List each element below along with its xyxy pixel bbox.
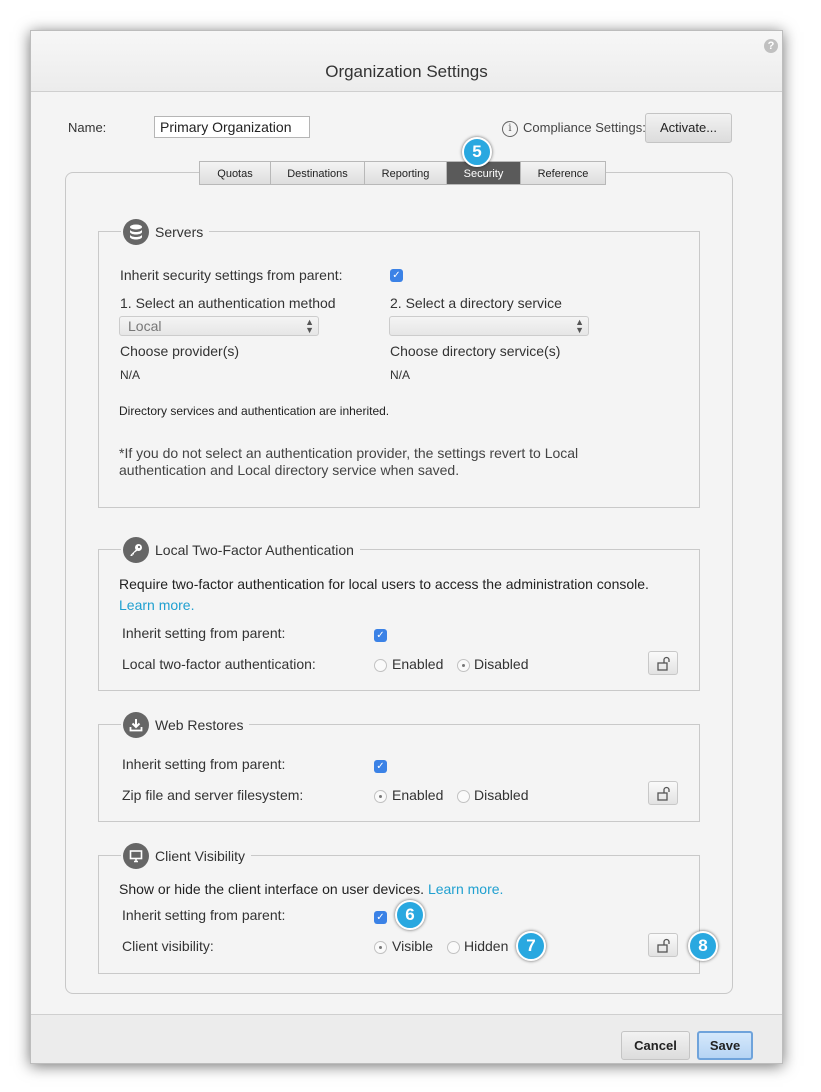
tab-quotas[interactable]: Quotas — [200, 162, 271, 184]
info-icon[interactable]: i — [502, 121, 518, 137]
organization-settings-dialog: Organization Settings ? Name: i Complian… — [30, 30, 783, 1064]
activate-button[interactable]: Activate... — [645, 113, 732, 143]
two-factor-inherit-checkbox[interactable]: ✓ — [374, 629, 387, 642]
client-visibility-title: Client Visibility — [155, 848, 245, 864]
callout-badge-7: 7 — [516, 931, 546, 961]
directory-services-label: Choose directory service(s) — [390, 343, 561, 359]
unlock-icon — [657, 938, 670, 953]
inherit-security-label: Inherit security settings from parent: — [120, 267, 343, 283]
two-factor-enabled-label: Enabled — [392, 656, 444, 672]
servers-legend: Servers — [121, 218, 210, 246]
inherited-note: Directory services and authentication ar… — [119, 404, 390, 418]
two-factor-section: Local Two-Factor Authentication Require … — [98, 536, 700, 691]
providers-label: Choose provider(s) — [120, 343, 240, 359]
client-visibility-description-text: Show or hide the client interface on use… — [119, 881, 425, 897]
compliance-settings-label: Compliance Settings: — [523, 120, 646, 135]
servers-title: Servers — [155, 224, 204, 240]
tab-reference[interactable]: Reference — [521, 162, 605, 184]
client-hidden-radio[interactable] — [447, 941, 460, 954]
auth-method-select[interactable]: Local ▲ ▼ — [119, 316, 319, 336]
inherit-security-checkbox[interactable]: ✓ — [390, 269, 403, 282]
monitor-icon — [123, 843, 149, 869]
two-factor-disabled-radio[interactable] — [457, 659, 470, 672]
directory-service-select[interactable]: ▲ ▼ — [389, 316, 589, 336]
client-visible-label: Visible — [392, 938, 433, 954]
client-visibility-legend: Client Visibility — [121, 842, 251, 870]
web-restores-disabled-radio[interactable] — [457, 790, 470, 803]
unlock-icon — [657, 786, 670, 801]
client-visible-radio[interactable] — [374, 941, 387, 954]
save-button[interactable]: Save — [697, 1031, 753, 1060]
client-hidden-label: Hidden — [464, 938, 509, 954]
help-icon[interactable]: ? — [764, 39, 778, 53]
two-factor-enabled-radio[interactable] — [374, 659, 387, 672]
revert-note-line1: *If you do not select an authentication … — [119, 445, 579, 461]
two-factor-learn-more-link[interactable]: Learn more. — [119, 597, 194, 613]
auth-method-label: 1. Select an authentication method — [120, 295, 336, 311]
web-restores-enabled-label: Enabled — [392, 787, 444, 803]
web-restores-inherit-checkbox[interactable]: ✓ — [374, 760, 387, 773]
web-restores-title: Web Restores — [155, 717, 244, 733]
two-factor-lock-button[interactable] — [648, 651, 678, 675]
tab-security[interactable]: Security — [447, 162, 521, 184]
title-bar: Organization Settings ? — [31, 31, 782, 92]
callout-badge-6: 6 — [395, 900, 425, 930]
client-visibility-learn-more-link[interactable]: Learn more. — [428, 881, 503, 897]
revert-note-line2: authentication and Local directory servi… — [119, 462, 460, 478]
web-restores-enabled-radio[interactable] — [374, 790, 387, 803]
callout-badge-5: 5 — [462, 137, 492, 167]
two-factor-title: Local Two-Factor Authentication — [155, 542, 354, 558]
dialog-title: Organization Settings — [325, 62, 488, 81]
directory-service-label: 2. Select a directory service — [390, 295, 562, 311]
web-restores-inherit-label: Inherit setting from parent: — [122, 756, 286, 772]
cancel-button[interactable]: Cancel — [621, 1031, 690, 1060]
client-visibility-inherit-label: Inherit setting from parent: — [122, 907, 286, 923]
unlock-icon — [657, 656, 670, 671]
web-restores-legend: Web Restores — [121, 711, 250, 739]
two-factor-description: Require two-factor authentication for lo… — [119, 576, 649, 592]
two-factor-legend: Local Two-Factor Authentication — [121, 536, 360, 564]
name-label: Name: — [68, 120, 107, 135]
callout-badge-8: 8 — [688, 931, 718, 961]
web-restores-setting-label: Zip file and server filesystem: — [122, 787, 304, 803]
database-icon — [123, 219, 149, 245]
web-restores-disabled-label: Disabled — [474, 787, 529, 803]
servers-section: Servers Inherit security settings from p… — [98, 218, 700, 508]
client-visibility-description: Show or hide the client interface on use… — [119, 881, 503, 897]
two-factor-disabled-label: Disabled — [474, 656, 529, 672]
client-visibility-inherit-checkbox[interactable]: ✓ — [374, 911, 387, 924]
web-restores-section: Web Restores Inherit setting from parent… — [98, 711, 700, 822]
name-input[interactable] — [154, 116, 310, 138]
key-icon — [123, 537, 149, 563]
select-arrows-icon: ▲ ▼ — [575, 317, 584, 335]
two-factor-setting-label: Local two-factor authentication: — [122, 656, 316, 672]
two-factor-inherit-label: Inherit setting from parent: — [122, 625, 286, 641]
tab-bar: Quotas Destinations Reporting Security R… — [199, 161, 606, 185]
auth-method-value: Local — [128, 318, 162, 334]
tab-reporting[interactable]: Reporting — [365, 162, 447, 184]
directory-services-value: N/A — [390, 368, 411, 382]
providers-value: N/A — [120, 368, 141, 382]
tab-destinations[interactable]: Destinations — [271, 162, 365, 184]
client-visibility-setting-label: Client visibility: — [122, 938, 214, 954]
download-icon — [123, 712, 149, 738]
client-visibility-lock-button[interactable] — [648, 933, 678, 957]
select-arrows-icon: ▲ ▼ — [305, 317, 314, 335]
web-restores-lock-button[interactable] — [648, 781, 678, 805]
